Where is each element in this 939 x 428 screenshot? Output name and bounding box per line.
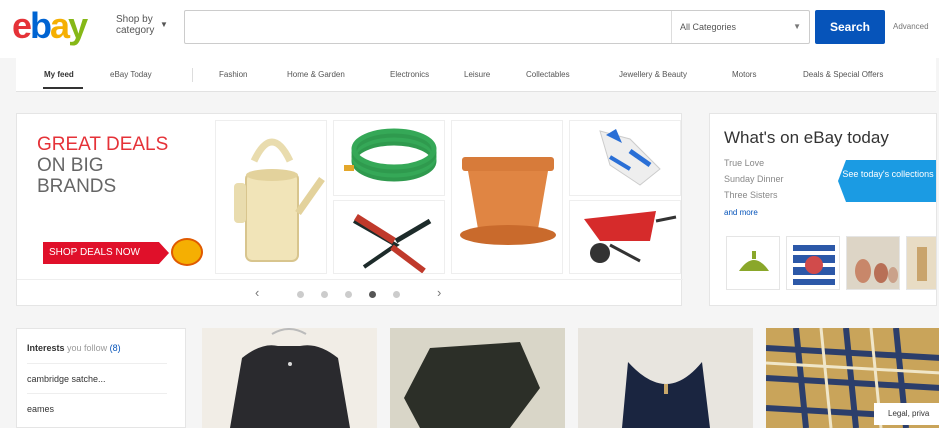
figurines-icon bbox=[847, 237, 899, 289]
carousel-controls: ‹ › bbox=[17, 279, 683, 306]
vase-icon bbox=[907, 237, 936, 289]
chevron-right-icon[interactable]: › bbox=[437, 285, 441, 300]
deals-banner: GREAT DEALS ON BIG BRANDS SHOP DEALS NOW bbox=[16, 113, 683, 306]
sweater-icon bbox=[404, 342, 540, 428]
black-dress-icon bbox=[230, 328, 350, 428]
promo-subline-1: ON BIG bbox=[37, 155, 104, 176]
category-select[interactable]: All Categories ▼ bbox=[671, 11, 809, 43]
today-item[interactable]: Three Sisters bbox=[724, 190, 778, 200]
header: ebay Shop by category ▼ All Categories ▼… bbox=[0, 0, 939, 58]
carousel-dot-4[interactable] bbox=[369, 291, 376, 298]
legal-privacy-link[interactable]: Legal, priva bbox=[874, 403, 939, 425]
thumb-green-lamp[interactable] bbox=[726, 236, 780, 290]
pruning-shears-icon bbox=[353, 214, 432, 273]
nav-item-deals[interactable]: Deals & Special Offers bbox=[803, 70, 883, 79]
watering-can-icon bbox=[234, 138, 325, 262]
nav-item-home-garden[interactable]: Home & Garden bbox=[287, 70, 345, 79]
gardening-gloves-icon bbox=[599, 129, 661, 186]
advanced-search-link[interactable]: Advanced bbox=[893, 22, 929, 31]
promo-subline-2: BRANDS bbox=[37, 176, 117, 197]
nav-item-my-feed[interactable]: My feed bbox=[44, 70, 74, 79]
ebay-logo[interactable]: ebay bbox=[12, 5, 88, 46]
interest-item[interactable]: eames bbox=[27, 393, 167, 422]
interests-title-bold: Interests bbox=[27, 343, 65, 353]
thumb-figurines[interactable] bbox=[846, 236, 900, 290]
interests-title-muted: you follow bbox=[67, 343, 108, 353]
interest-item[interactable]: cambridge satche... bbox=[27, 363, 167, 392]
tile-wheelbarrow[interactable] bbox=[569, 200, 681, 274]
tile-watering-can[interactable] bbox=[215, 120, 327, 274]
search-box: All Categories ▼ bbox=[184, 10, 810, 44]
tile-garden-hose[interactable] bbox=[333, 120, 445, 196]
promo-block[interactable]: GREAT DEALS ON BIG BRANDS SHOP DEALS NOW bbox=[21, 120, 213, 274]
thumb-vase[interactable] bbox=[906, 236, 936, 290]
ebay-today-title: What's on eBay today bbox=[724, 128, 889, 147]
nav-item-ebay-today[interactable]: eBay Today bbox=[110, 70, 152, 79]
logo-letter-e: e bbox=[12, 5, 32, 46]
wheelbarrow-icon bbox=[584, 211, 677, 263]
plant-pot-icon bbox=[460, 157, 556, 245]
promo-headline: GREAT DEALS bbox=[37, 134, 169, 155]
see-collections-button[interactable]: See today's collections bbox=[838, 160, 936, 202]
product-card-navy-dress[interactable] bbox=[578, 328, 753, 428]
nav-item-leisure[interactable]: Leisure bbox=[464, 70, 490, 79]
category-nav: My feed eBay Today Fashion Home & Garden… bbox=[16, 58, 936, 92]
interests-title: Interests you follow (8) bbox=[27, 343, 121, 353]
carousel-dot-3[interactable] bbox=[345, 291, 352, 298]
brand-sticker-icon bbox=[171, 238, 203, 266]
nav-item-electronics[interactable]: Electronics bbox=[390, 70, 429, 79]
search-input[interactable] bbox=[185, 11, 665, 43]
product-card-knit-sweater[interactable] bbox=[390, 328, 565, 428]
chevron-down-icon: ▼ bbox=[793, 22, 801, 31]
navy-dress-icon bbox=[622, 362, 710, 428]
garden-hose-icon bbox=[344, 128, 437, 182]
today-item[interactable]: True Love bbox=[724, 158, 764, 168]
interests-count[interactable]: (8) bbox=[110, 343, 121, 353]
cushion-icon bbox=[793, 245, 835, 285]
lamp-icon bbox=[739, 251, 769, 271]
nav-item-motors[interactable]: Motors bbox=[732, 70, 756, 79]
nav-divider bbox=[192, 68, 193, 82]
nav-active-underline bbox=[43, 87, 83, 89]
nav-item-fashion[interactable]: Fashion bbox=[219, 70, 247, 79]
tile-plant-pot[interactable] bbox=[451, 120, 563, 274]
interests-panel: Interests you follow (8) cambridge satch… bbox=[16, 328, 186, 428]
logo-letter-a: a bbox=[50, 5, 70, 46]
logo-letter-y: y bbox=[68, 5, 88, 46]
product-card-black-dress[interactable] bbox=[202, 328, 377, 428]
tile-gardening-gloves[interactable] bbox=[569, 120, 681, 196]
chevron-down-icon[interactable]: ▼ bbox=[160, 20, 168, 29]
carousel-dot-1[interactable] bbox=[297, 291, 304, 298]
nav-item-collectables[interactable]: Collectables bbox=[526, 70, 570, 79]
carousel-dot-2[interactable] bbox=[321, 291, 328, 298]
shop-deals-button[interactable]: SHOP DEALS NOW bbox=[43, 242, 169, 264]
today-more-link[interactable]: and more bbox=[724, 208, 758, 217]
search-button[interactable]: Search bbox=[815, 10, 885, 44]
carousel-dot-5[interactable] bbox=[393, 291, 400, 298]
shop-by-category[interactable]: Shop by category bbox=[116, 14, 160, 36]
nav-item-jewellery-beauty[interactable]: Jewellery & Beauty bbox=[619, 70, 687, 79]
category-select-label: All Categories bbox=[680, 22, 737, 32]
thumb-striped-cushion[interactable] bbox=[786, 236, 840, 290]
tile-pruning-shears[interactable] bbox=[333, 200, 445, 274]
ebay-today-panel: What's on eBay today True Love Sunday Di… bbox=[709, 113, 937, 306]
logo-letter-b: b bbox=[30, 5, 52, 46]
today-item[interactable]: Sunday Dinner bbox=[724, 174, 784, 184]
chevron-left-icon[interactable]: ‹ bbox=[255, 285, 259, 300]
